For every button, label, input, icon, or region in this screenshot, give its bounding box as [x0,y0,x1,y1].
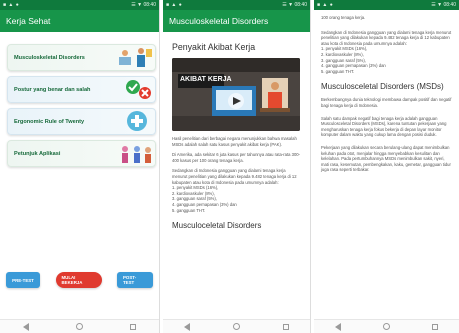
phone-screen-home: ■ ▲ ● ☰ ▼ 08:40 Kerja Sehat Musculoskele… [0,0,160,333]
app-title: Kerja Sehat [6,16,51,26]
back-icon[interactable] [184,322,191,331]
paragraph: Pekerjaan yang dilakukan secara berulang… [321,144,451,173]
status-left: ■ ▲ ● [3,2,20,8]
paragraph: Sedangkan di Indonesia gangguan yang dia… [172,168,297,185]
menu-item-label: Ergonomic Rule of Twenty [14,118,85,125]
menu-item-label: Postur yang benar dan salah [14,86,91,93]
list-item: 5. gangguan THT. [321,68,355,74]
status-bar: ■ ▲ ● ☰ ▼ 08:40 [163,0,310,10]
back-icon[interactable] [335,322,341,331]
menu-item-musculoskeletal[interactable]: Musculoskeletal Disorders [7,44,156,71]
paragraph: Di Amerika, ada sekitar 6 juta kasus per… [172,152,301,163]
article-content: Penyakit Akibat Kerja AKIBAT KERJA Hasil… [163,32,310,235]
section-heading: Musculosceletal Disorders (MSDs) [321,82,444,92]
paragraph: 100 orang tenaga kerja. [321,15,366,20]
paragraph: Hasil penelitian dari berbagai negara me… [172,136,297,147]
post-test-button[interactable]: POST-TEST [117,272,153,288]
status-right: ☰ ▼ 08:40 [431,2,456,8]
health-plus-icon [115,109,155,134]
menu-item-postur[interactable]: Postur yang benar dan salah [7,76,156,103]
pre-test-button[interactable]: PRE-TEST [6,272,40,288]
section-heading: Musculoceletal Disorders [172,221,262,231]
menu-item-label: Petunjuk Aplikasi [14,150,61,157]
guide-people-icon [115,141,155,166]
app-bar: Musculoskeletal Disorders [163,10,310,32]
video-thumbnail [172,58,300,131]
workers-illustration-icon [115,45,155,70]
check-cross-icon [115,77,155,102]
list-item: 5. gangguan THT. [172,207,206,213]
back-icon[interactable] [23,322,30,331]
status-right: ☰ ▼ 08:40 [131,2,156,8]
menu-list: Musculoskeletal Disorders Postur yang be… [7,44,156,172]
recents-icon[interactable] [282,323,289,330]
home-icon[interactable] [383,323,390,330]
recents-icon[interactable] [432,323,438,330]
nav-bar [163,319,310,333]
home-icon[interactable] [232,323,240,330]
nav-bar [314,319,459,333]
paragraph: Berkembangnya dunia teknologi membawa da… [321,97,452,108]
article-content: 100 orang tenaga kerja. Sedangkan di Ind… [314,10,459,176]
menu-item-ergonomic[interactable]: Ergonomic Rule of Twenty [7,108,156,135]
list: 1. penyakit MSDs (16%), 2. kardiovaskule… [321,46,452,74]
phone-screen-article: ■ ▲ ● ☰ ▼ 08:40 Musculoskeletal Disorder… [163,0,311,333]
status-left: ■ ▲ ● [317,2,334,8]
status-right: ☰ ▼ 08:40 [282,2,307,8]
status-left: ■ ▲ ● [166,2,183,8]
status-bar: ■ ▲ ● ☰ ▼ 08:40 [0,0,159,10]
video-player[interactable]: AKIBAT KERJA [172,58,300,131]
paragraph: Salah satu dampak negatif bagi tenaga ke… [321,115,447,138]
menu-item-petunjuk[interactable]: Petunjuk Aplikasi [7,140,156,167]
menu-item-label: Musculoskeletal Disorders [14,54,85,61]
phone-screen-article-scrolled: ■ ▲ ● ☰ ▼ 08:40 100 orang tenaga kerja. … [314,0,459,333]
article-heading: Penyakit Akibat Kerja [172,42,256,52]
app-title: Musculoskeletal Disorders [169,16,269,26]
home-icon[interactable] [75,323,83,330]
app-bar: Kerja Sehat [0,10,159,32]
recents-icon[interactable] [129,323,136,330]
status-bar: ■ ▲ ● ☰ ▼ 08:40 [314,0,459,10]
mulai-bekerja-button[interactable]: MULAI BEKERJA [55,272,102,288]
bottom-buttons: PRE-TEST MULAI BEKERJA POST-TEST [0,272,159,288]
paragraph: Sedangkan di Indonesia gangguan yang dia… [321,29,452,46]
video-caption: AKIBAT KERJA [180,76,232,83]
nav-bar [0,319,159,333]
list: 1. penyakit MSDs (16%), 2. kardiovaskule… [172,185,301,213]
